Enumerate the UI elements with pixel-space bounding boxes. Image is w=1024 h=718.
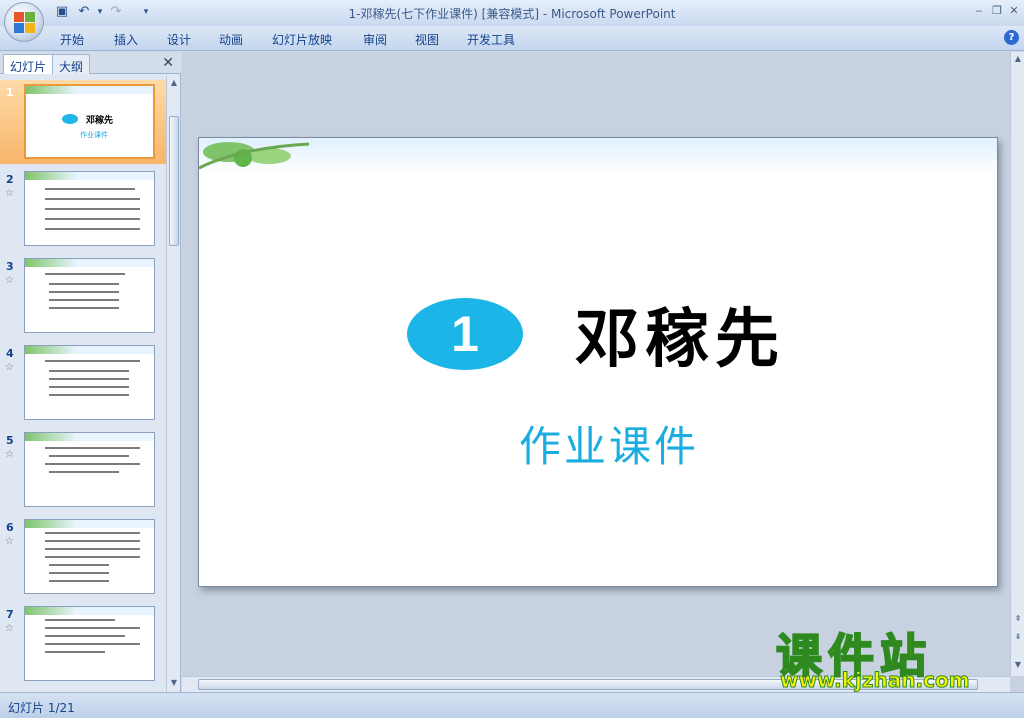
thumb-circle [62,114,78,124]
close-pane-icon[interactable]: ✕ [162,55,174,71]
next-slide-icon[interactable]: ⇟ [1012,630,1024,644]
thumb-number: 7 [6,608,14,621]
slide-thumb-2[interactable]: 2 ☆ [0,167,166,251]
editor-vscrollbar[interactable]: ▲ ⇞ ⇟ ▼ [1010,52,1024,676]
restore-icon[interactable]: ❐ [988,3,1006,19]
scroll-down-icon[interactable]: ▼ [1012,658,1024,672]
slide-subtitle[interactable]: 作业课件 [519,413,699,474]
thumb-title: 邓稼先 [86,116,114,126]
office-logo-icon [14,12,36,34]
thumb-number: 5 [6,434,14,447]
tab-design[interactable]: 设计 [167,31,191,48]
transition-star-icon: ☆ [5,362,14,373]
thumbnail-list: 1 邓稼先 作业课件 2 ☆ 3 ☆ 4 ☆ 5 ☆ 6 ☆ 7 ☆ [0,76,166,692]
tab-animation[interactable]: 动画 [219,31,243,48]
thumb-subtitle: 作业课件 [80,131,108,139]
slide-thumb-7[interactable]: 7 ☆ [0,602,166,686]
transition-star-icon: ☆ [5,536,14,547]
slide-thumb-5[interactable]: 5 ☆ [0,428,166,512]
tab-slides[interactable]: 幻灯片 [3,54,54,74]
close-window-icon[interactable]: ✕ [1005,3,1023,19]
tab-outline[interactable]: 大纲 [52,54,91,74]
thumbs-scrollbar[interactable]: ▲ ▼ [166,76,180,692]
thumb-preview [24,345,155,420]
thumb-number: 3 [6,260,14,273]
transition-star-icon: ☆ [5,449,14,460]
window-title: 1-邓稼先(七下作业课件) [兼容模式] - Microsoft PowerPo… [348,7,676,21]
slides-pane: 幻灯片 大纲 ✕ 1 邓稼先 作业课件 2 ☆ 3 ☆ 4 ☆ 5 ☆ 6 ☆ … [0,52,181,692]
watermark-url: www.kjzhan.com [780,668,971,693]
transition-star-icon: ☆ [5,188,14,199]
minimize-icon[interactable]: ‒ [970,3,988,19]
slide-thumb-4[interactable]: 4 ☆ [0,341,166,425]
scroll-down-icon[interactable]: ▼ [168,676,180,690]
office-button[interactable] [4,2,44,42]
tab-insert[interactable]: 插入 [114,31,138,48]
lesson-number: 1 [451,306,479,362]
transition-star-icon: ☆ [5,275,14,286]
scroll-up-icon[interactable]: ▲ [168,76,180,90]
thumb-preview [24,432,155,507]
thumb-preview [24,606,155,681]
slide-thumb-6[interactable]: 6 ☆ [0,515,166,599]
slide-title[interactable]: 邓稼先 [575,288,785,380]
scroll-up-icon[interactable]: ▲ [1012,52,1024,66]
slide-counter: 幻灯片 1/21 [8,701,75,715]
slide-editor: 1 邓稼先 作业课件 ▲ ⇞ ⇟ ▼ [182,52,1024,692]
thumb-preview [24,258,155,333]
help-icon[interactable]: ? [1004,30,1019,45]
slide-thumb-3[interactable]: 3 ☆ [0,254,166,338]
tab-view[interactable]: 视图 [415,31,439,48]
thumb-number: 6 [6,521,14,534]
tab-developer[interactable]: 开发工具 [467,31,515,48]
thumb-number: 2 [6,173,14,186]
transition-star-icon: ☆ [5,623,14,634]
tab-slideshow[interactable]: 幻灯片放映 [272,31,332,48]
ribbon-tabs: 开始 插入 设计 动画 幻灯片放映 审阅 视图 开发工具 ? [0,26,1024,51]
tab-review[interactable]: 审阅 [363,31,387,48]
title-bar: ▣ ↶ ▾ ↷ ▾ 1-邓稼先(七下作业课件) [兼容模式] - Microso… [0,0,1024,26]
current-slide[interactable]: 1 邓稼先 作业课件 [198,137,998,587]
thumb-number: 4 [6,347,14,360]
thumb-preview [24,519,155,594]
thumb-preview: 邓稼先 作业课件 [24,84,155,159]
thumb-number: 1 [6,86,14,99]
thumb-preview [24,171,155,246]
leaf-decoration-icon [199,142,310,170]
scroll-thumb[interactable] [169,116,179,246]
status-bar: 幻灯片 1/21 [0,692,1024,718]
slide-thumb-1[interactable]: 1 邓稼先 作业课件 [0,80,166,164]
pane-tabs: 幻灯片 大纲 ✕ [0,52,181,74]
prev-slide-icon[interactable]: ⇞ [1012,612,1024,626]
tab-home[interactable]: 开始 [60,31,84,48]
